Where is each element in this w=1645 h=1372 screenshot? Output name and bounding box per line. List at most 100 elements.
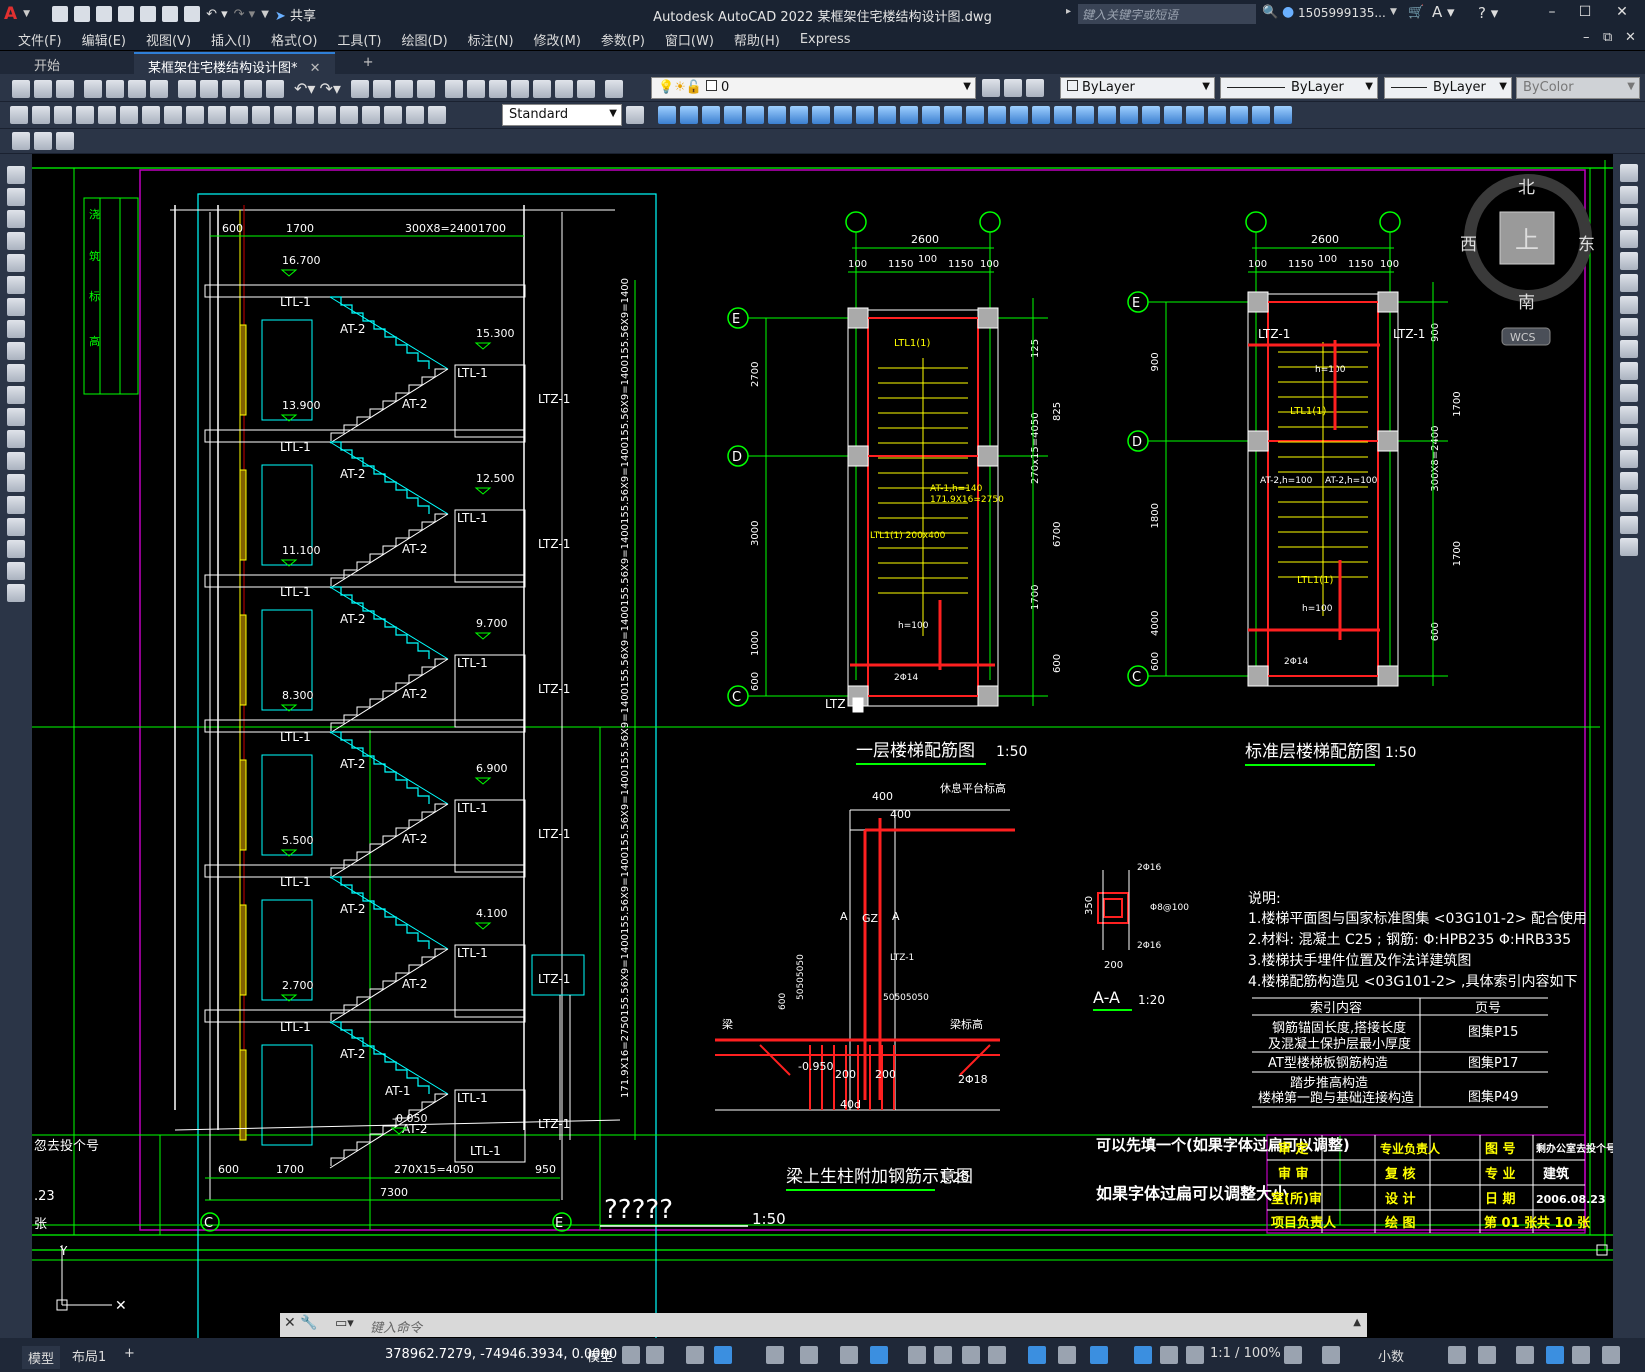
paste-icon[interactable] xyxy=(222,79,240,98)
subtract-icon[interactable] xyxy=(988,106,1006,124)
layer-previous-icon[interactable] xyxy=(1004,79,1022,97)
scale-icon[interactable] xyxy=(1620,318,1638,336)
extend-icon[interactable] xyxy=(1620,384,1638,402)
dim-linear-icon[interactable] xyxy=(10,106,28,124)
wedge-icon[interactable] xyxy=(746,106,764,124)
quick-dim-icon[interactable] xyxy=(186,106,204,124)
web-open-icon[interactable] xyxy=(140,6,157,22)
color-dropdown[interactable]: ByLayer ▼ xyxy=(1060,77,1215,99)
help-icon[interactable]: ? ▾ xyxy=(1478,4,1498,22)
table-icon[interactable] xyxy=(7,540,25,558)
layer-states-icon[interactable] xyxy=(1026,79,1044,97)
dim-edit-icon[interactable] xyxy=(384,106,402,124)
3dmove-icon[interactable] xyxy=(1032,106,1050,124)
tolerance-icon[interactable] xyxy=(296,106,314,124)
viewcube-south[interactable]: 南 xyxy=(1518,293,1535,313)
sweep-icon[interactable] xyxy=(900,106,918,124)
user-dropdown-icon[interactable]: ▼ xyxy=(1390,7,1397,17)
mtext-icon[interactable] xyxy=(7,562,25,580)
revcloud-icon[interactable] xyxy=(7,320,25,338)
menu-tools[interactable]: 工具(T) xyxy=(327,30,391,49)
infer-icon[interactable] xyxy=(686,1346,704,1364)
open-file-icon[interactable] xyxy=(74,6,91,22)
polyline-icon[interactable] xyxy=(7,210,25,228)
jogged-linear-icon[interactable] xyxy=(362,106,380,124)
lock-ui-icon[interactable] xyxy=(1478,1346,1496,1364)
menu-format[interactable]: 格式(O) xyxy=(261,30,327,49)
join-icon[interactable] xyxy=(1620,450,1638,468)
layer-properties-icon[interactable] xyxy=(604,79,623,98)
blend-icon[interactable] xyxy=(1620,516,1638,534)
markup-icon[interactable] xyxy=(532,79,551,98)
dim-continue-icon[interactable] xyxy=(230,106,248,124)
user-account[interactable]: 1505999135... xyxy=(1298,6,1386,20)
offset-icon[interactable] xyxy=(1620,230,1638,248)
transparency-icon[interactable] xyxy=(934,1346,952,1364)
quick-properties-icon[interactable] xyxy=(1448,1346,1466,1364)
cylinder-icon[interactable] xyxy=(702,106,720,124)
hardware-acceleration-icon[interactable] xyxy=(1546,1346,1564,1364)
menu-help[interactable]: 帮助(H) xyxy=(724,30,790,49)
tab-start[interactable]: 开始 xyxy=(20,52,74,74)
matchprop-icon[interactable] xyxy=(244,79,262,98)
cart-icon[interactable]: 🛒 xyxy=(1408,5,1424,20)
slice-icon[interactable] xyxy=(1142,106,1160,124)
annotation-monitor-icon[interactable] xyxy=(1322,1346,1340,1364)
new-tab-button[interactable]: + xyxy=(349,52,388,74)
polygon-icon[interactable] xyxy=(7,232,25,250)
clean-screen-icon[interactable] xyxy=(1572,1346,1590,1364)
pan-icon[interactable] xyxy=(350,79,369,98)
publish-icon[interactable] xyxy=(128,79,146,98)
stretch-icon[interactable] xyxy=(1620,340,1638,358)
command-history-icon[interactable]: ▭▾ xyxy=(335,1316,354,1331)
lineweight-icon[interactable] xyxy=(908,1346,926,1364)
doc-close-icon[interactable]: ✕ xyxy=(1625,30,1636,45)
dim-ordinate-icon[interactable] xyxy=(76,106,94,124)
save-tool-icon[interactable] xyxy=(56,79,74,98)
dim-arc-icon[interactable] xyxy=(54,106,72,124)
section-plane-icon[interactable] xyxy=(1120,106,1138,124)
tab-layout1[interactable]: 布局1 xyxy=(72,1346,106,1365)
3d-osnap-icon[interactable] xyxy=(988,1346,1006,1364)
autocad-logo-icon[interactable]: A xyxy=(4,4,17,24)
check-icon[interactable] xyxy=(1252,106,1270,124)
isolate-objects-icon[interactable] xyxy=(1516,1346,1534,1364)
make-block-icon[interactable] xyxy=(7,430,25,448)
selection-cycling-icon[interactable] xyxy=(962,1346,980,1364)
help-tool-icon[interactable] xyxy=(576,79,595,98)
isodraft-icon[interactable] xyxy=(800,1346,818,1364)
menu-parametric[interactable]: 参数(P) xyxy=(591,30,655,49)
command-close-icon[interactable]: ✕ 🔧 xyxy=(284,1315,318,1331)
tool-palettes-icon[interactable] xyxy=(488,79,507,98)
presspull-icon[interactable] xyxy=(878,106,896,124)
circle-icon[interactable] xyxy=(7,298,25,316)
redo-icon[interactable]: ↷ ▾ xyxy=(234,7,256,22)
attribute-edit-icon[interactable] xyxy=(12,132,30,150)
annotation-scale-value[interactable]: 1:1 / 100% xyxy=(1210,1346,1281,1361)
dim-break-icon[interactable] xyxy=(274,106,292,124)
imprint-icon[interactable] xyxy=(1186,106,1204,124)
dim-baseline-icon[interactable] xyxy=(208,106,226,124)
mirror-icon[interactable] xyxy=(1620,208,1638,226)
tab-document[interactable]: 某框架住宅楼结构设计图* ✕ xyxy=(134,52,335,76)
menu-window[interactable]: 窗口(W) xyxy=(655,30,724,49)
customize-qa-icon[interactable]: ▼ xyxy=(261,9,269,20)
dim-jogged-icon[interactable] xyxy=(120,106,138,124)
dim-text-edit-icon[interactable] xyxy=(406,106,424,124)
layer-dropdown[interactable]: 💡☀🔓 0 ▼ xyxy=(651,77,976,99)
wcs-menu[interactable]: WCS xyxy=(1510,331,1536,344)
hatch-icon[interactable] xyxy=(7,474,25,492)
spline-icon[interactable] xyxy=(7,342,25,360)
close-button[interactable]: ✕ xyxy=(1612,4,1632,24)
command-line[interactable]: ✕ 🔧 ▭▾ 键入命令 ▲ xyxy=(280,1313,1367,1337)
doc-restore-icon[interactable]: ⧉ xyxy=(1603,30,1612,45)
cut-icon[interactable] xyxy=(178,79,196,98)
add-layout-button[interactable]: + xyxy=(124,1346,135,1361)
undo-tool-icon[interactable]: ↶▾ xyxy=(294,79,315,98)
explode-icon[interactable] xyxy=(1620,538,1638,556)
make-current-icon[interactable] xyxy=(982,79,1000,97)
web-save-icon[interactable] xyxy=(162,6,179,22)
dim-update-icon[interactable] xyxy=(428,106,446,124)
sphere-icon[interactable] xyxy=(680,106,698,124)
break-point-icon[interactable] xyxy=(1620,406,1638,424)
